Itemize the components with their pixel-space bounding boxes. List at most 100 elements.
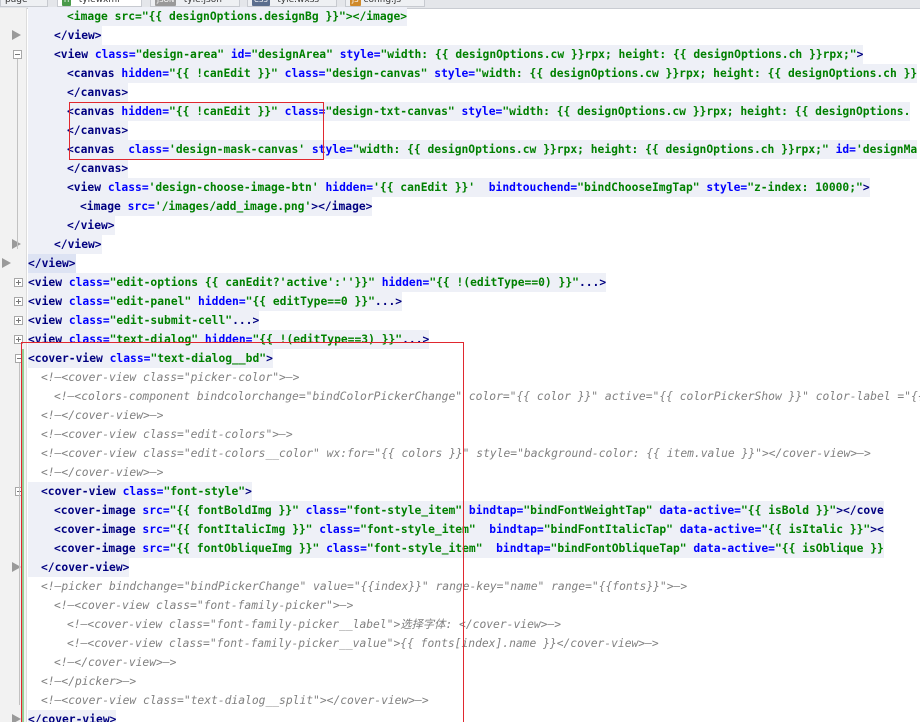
code-token: '{{ canEdit }}' [373, 181, 476, 194]
tab-4[interactable]: CSS *tyle.wxss [247, 0, 337, 7]
code-token: id= [224, 48, 252, 61]
fold-end-icon[interactable] [12, 30, 21, 40]
code-token: <view [28, 276, 69, 289]
code-token: <image [80, 200, 128, 213]
code-line[interactable]: <!—<cover-view class="edit-colors">—> [28, 425, 293, 444]
code-token: <!—<cover-view class="font-family-picker… [67, 618, 562, 631]
code-token: 'design-mask-canvas' [169, 143, 306, 156]
code-token: <canvas [67, 105, 122, 118]
code-line[interactable]: <cover-image src="{{ fontBoldImg }}" cla… [28, 501, 884, 520]
code-line[interactable]: <!—</picker>—> [28, 672, 136, 691]
fold-expand-icon[interactable] [14, 297, 23, 306]
fold-expand-icon[interactable] [14, 278, 23, 287]
tab-1[interactable]: page [0, 0, 48, 7]
code-token: "edit-options {{ canEdit?'active':''}}" [109, 276, 375, 289]
code-token: "{{ !canEdit }}" [169, 105, 278, 118]
code-line[interactable]: <!—<cover-view class="font-family-picker… [28, 596, 353, 615]
code-token: <!—</cover-view>—> [41, 466, 164, 479]
code-token: </view> [54, 238, 102, 251]
tab-5[interactable]: JS config.js [345, 0, 425, 7]
code-line[interactable]: </canvas> [28, 159, 129, 178]
code-line[interactable]: <image src='/images/add_image.png'></ima… [28, 197, 373, 216]
code-line[interactable]: <image src="{{ designOptions.designBg }}… [28, 7, 408, 26]
code-token: "bindFontWeightTap" [523, 504, 653, 517]
code-line[interactable]: </canvas> [28, 121, 129, 140]
code-line[interactable]: <view class="edit-submit-cell"...> [28, 311, 260, 330]
code-line[interactable]: <canvas class='design-mask-canvas' style… [28, 140, 918, 159]
code-line[interactable]: <!—<cover-view class="picker-color">—> [28, 368, 299, 387]
code-line[interactable]: <!—<cover-view class="font-family-picker… [28, 634, 659, 653]
code-token: class= [277, 105, 326, 118]
code-token: class= [94, 48, 136, 61]
code-token: bindtouchend= [475, 181, 578, 194]
code-line[interactable]: <cover-view class="font-style"> [28, 482, 252, 501]
code-token: hidden= [121, 105, 170, 118]
code-token: bindtap= [462, 504, 524, 517]
code-line[interactable]: <canvas hidden="{{ !canEdit }}" class="d… [28, 64, 918, 83]
code-line[interactable]: </cover-view> [28, 710, 117, 722]
code-line[interactable]: </view> [28, 254, 76, 273]
code-token: src= [142, 523, 170, 536]
code-token: </canvas> [67, 124, 129, 137]
code-line[interactable]: <!—picker bindchange="bindPickerChange" … [28, 577, 687, 596]
fold-end-icon[interactable] [12, 714, 21, 722]
code-token: <!—</picker>—> [41, 675, 137, 688]
code-line[interactable]: </view> [28, 216, 115, 235]
code-line[interactable]: <view class="text-dialog" hidden="{{ !(e… [28, 330, 430, 349]
code-token: style= [305, 143, 353, 156]
code-token: class= [319, 542, 367, 555]
code-line[interactable]: </cover-view> [28, 558, 130, 577]
code-line[interactable]: <view class='design-choose-image-btn' hi… [28, 178, 870, 197]
code-token: class= [277, 67, 326, 80]
code-token: <!—picker bindchange="bindPickerChange" … [41, 580, 688, 593]
code-token: > [245, 485, 252, 498]
code-line[interactable]: </canvas> [28, 83, 129, 102]
code-line[interactable]: <!—<cover-view class="text-dialog__split… [28, 691, 429, 710]
code-line[interactable]: <!—<cover-view class="edit-colors__color… [28, 444, 871, 463]
code-token: <cover-image [54, 523, 143, 536]
code-line[interactable]: <view class="design-area" id="designArea… [28, 45, 864, 64]
code-token: class= [68, 276, 110, 289]
code-token: "{{ !canEdit }}" [169, 67, 278, 80]
code-line[interactable]: <!—</cover-view>—> [28, 463, 163, 482]
code-token: class= [128, 143, 170, 156]
code-token: "design-txt-canvas" [325, 105, 455, 118]
code-token: src= [142, 504, 170, 517]
code-line[interactable]: <!—</cover-view>—> [28, 653, 176, 672]
code-token: '/images/add_image.png' [154, 200, 312, 213]
file-type-icon: CSS [252, 0, 270, 6]
code-token: 'designMa [855, 143, 918, 156]
code-line[interactable]: </view> [28, 235, 102, 254]
code-line[interactable]: <!—<colors-component bindcolorchange="bi… [28, 387, 920, 406]
code-token: <canvas [67, 67, 122, 80]
code-line[interactable]: <canvas hidden="{{ !canEdit }}" class="d… [28, 102, 911, 121]
code-line[interactable]: <view class="edit-options {{ canEdit?'ac… [28, 273, 607, 292]
code-token: src= [127, 200, 155, 213]
code-token: > [266, 352, 273, 365]
code-line[interactable]: </view> [28, 26, 102, 45]
fold-guide [19, 363, 20, 705]
code-token: "{{ fontBoldImg }}" [169, 504, 299, 517]
fold-expand-icon[interactable] [14, 316, 23, 325]
code-line[interactable]: <view class="edit-panel" hidden="{{ edit… [28, 292, 403, 311]
fold-expand-icon[interactable] [14, 335, 23, 344]
code-line[interactable]: <cover-view class="text-dialog__bd"> [28, 349, 273, 368]
code-token: 'design-choose-image-btn' [148, 181, 319, 194]
code-line[interactable]: <cover-image src="{{ fontItalicImg }}" c… [28, 520, 884, 539]
code-token: </canvas> [67, 86, 129, 99]
code-token: <!—<cover-view class="font-family-picker… [67, 637, 659, 650]
code-line[interactable]: <!—<cover-view class="font-family-picker… [28, 615, 561, 634]
code-area[interactable]: <image src="{{ designOptions.designBg }}… [28, 7, 920, 722]
code-token: > [862, 181, 870, 194]
code-token: > [599, 276, 607, 289]
code-token: src= [142, 542, 170, 555]
code-token: </view> [54, 29, 102, 42]
code-token: <canvas [67, 143, 129, 156]
tab-3[interactable]: JSON *tyle.json [150, 0, 240, 7]
code-token: <!—<colors-component bindcolorchange="bi… [54, 390, 920, 403]
code-line[interactable]: <cover-image src="{{ fontObliqueImg }}" … [28, 539, 884, 558]
fold-collapse-icon[interactable] [13, 50, 22, 59]
code-line[interactable]: <!—</cover-view>—> [28, 406, 163, 425]
fold-end-icon[interactable] [2, 258, 11, 268]
tab-2[interactable]: H *tylewxml [57, 0, 142, 7]
